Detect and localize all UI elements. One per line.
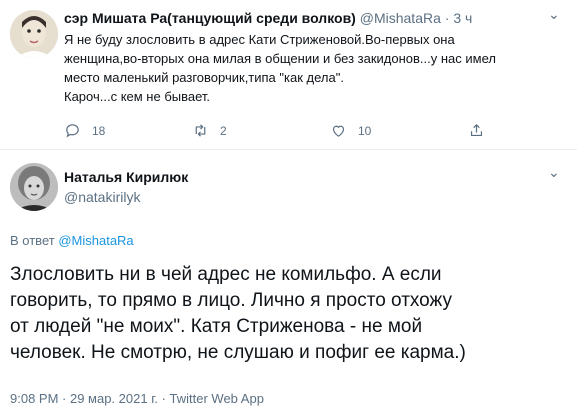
tweet-text-line: Злословить ни в чей адрес не комильфо. А… [10, 264, 442, 285]
reply-handle-link[interactable]: @MishataRa [58, 233, 133, 248]
author-name[interactable]: Наталья Кирилюк [64, 168, 188, 186]
author-photo-icon [10, 163, 58, 211]
share-button[interactable] [468, 122, 496, 139]
like-count: 10 [358, 123, 372, 138]
tweet-text-line: женщина,во-вторых она милая в общении и … [64, 51, 496, 66]
tweet-text: Я не буду злословить в адрес Кати Стриже… [64, 30, 564, 106]
retweet-button[interactable]: 2 [192, 122, 227, 139]
divider [0, 149, 577, 150]
tweet-meta[interactable]: 9:08 PM · 29 мар. 2021 г. · Twitter Web … [10, 390, 264, 408]
chevron-down-icon[interactable]: ⌄ [548, 6, 560, 23]
tweet-time[interactable]: 3 ч [453, 10, 472, 26]
reply-icon [66, 124, 79, 138]
author-handle[interactable]: @MishataRa [360, 10, 441, 26]
retweet-icon [195, 124, 206, 137]
author-photo-icon [10, 10, 58, 58]
tweet-text-line: говорить, то прямо в лицо. Лично я прост… [10, 290, 452, 311]
share-icon [470, 124, 483, 137]
parent-tweet[interactable]: сэр Мишата Ра(танцующий среди волков) @M… [0, 0, 577, 150]
tweet-header: сэр Мишата Ра(танцующий среди волков) @M… [64, 9, 472, 27]
like-button[interactable]: 10 [330, 122, 371, 139]
reply-button[interactable]: 18 [64, 122, 105, 139]
reply-context: В ответ @MishataRa [10, 232, 134, 250]
tweet-text-line: Я не буду злословить в адрес Кати Стриже… [64, 32, 455, 47]
author-name[interactable]: сэр Мишата Ра(танцующий среди волков) [64, 10, 356, 26]
author-avatar[interactable] [10, 163, 58, 211]
tweet-text-line: от людей "не моих". Катя Стриженова - не… [10, 316, 423, 337]
tweet-text-line: человек. Не смотрю, не слушаю и пофиг ее… [10, 342, 466, 363]
tweet-text-line: место маленький разговорчик,типа "как де… [64, 70, 344, 85]
separator: · [444, 10, 450, 26]
heart-icon [332, 125, 345, 137]
reply-count: 18 [92, 123, 106, 138]
retweet-count: 2 [220, 123, 227, 138]
reply-prefix: В ответ [10, 233, 55, 248]
tweet-text: Злословить ни в чей адрес не комильфо. А… [10, 262, 570, 366]
tweet-text-line: Кароч...с кем не бывает. [64, 89, 211, 104]
author-handle[interactable]: @natakirilyk [64, 188, 140, 206]
author-avatar[interactable] [10, 10, 58, 58]
chevron-down-icon[interactable]: ⌄ [548, 164, 560, 181]
